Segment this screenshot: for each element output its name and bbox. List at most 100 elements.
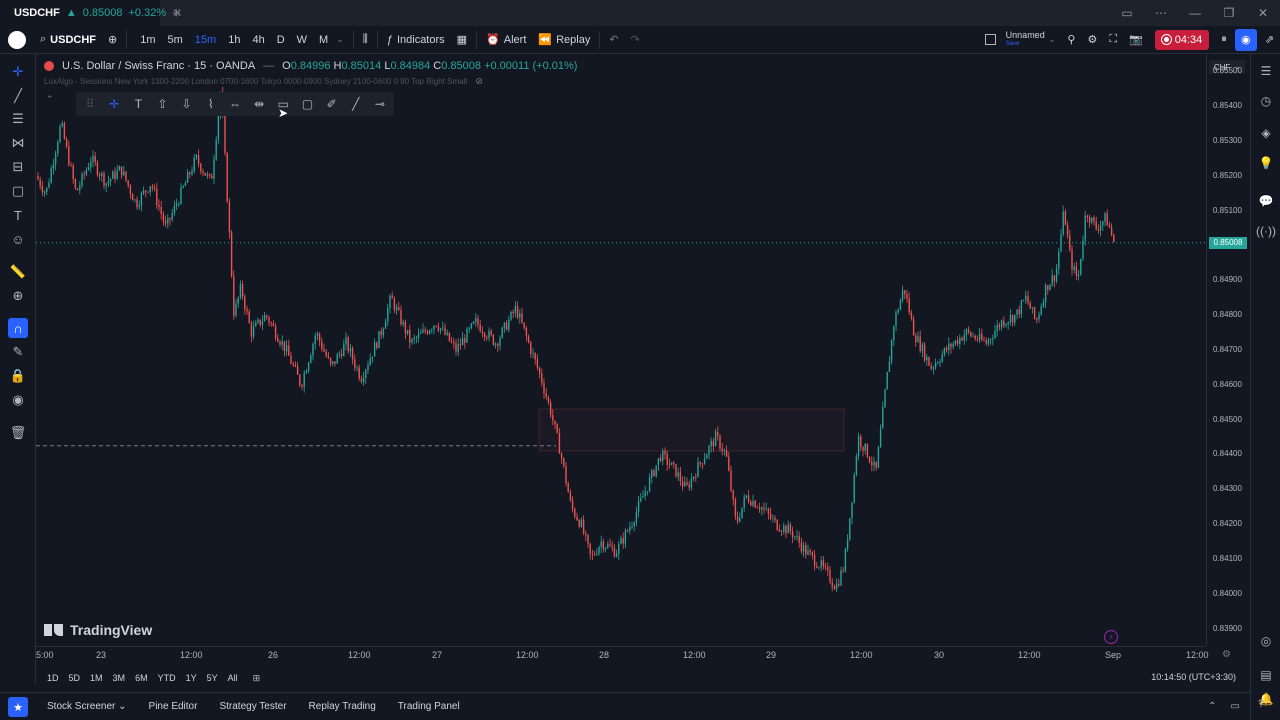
bottom-tab-stock-screener[interactable]: Stock Screener ⌄ bbox=[36, 701, 138, 712]
collapse-panel-icon[interactable]: ⌃ bbox=[1208, 701, 1216, 712]
recording-timer-button[interactable]: 04:34 bbox=[1149, 26, 1216, 54]
more-dots-icon[interactable]: ⋯ bbox=[1144, 6, 1178, 20]
range-1m[interactable]: 1M bbox=[85, 673, 108, 683]
broadcast-icon[interactable]: ((·)) bbox=[1256, 222, 1276, 240]
bottom-tab-trading-panel[interactable]: Trading Panel bbox=[387, 701, 471, 712]
new-tab-plus-icon[interactable]: + bbox=[172, 5, 181, 22]
arrow-down-icon[interactable]: ⇩ bbox=[179, 96, 195, 113]
user-avatar-icon[interactable] bbox=[8, 30, 26, 49]
candle-body bbox=[1099, 225, 1102, 231]
layers-icon[interactable]: ◈ bbox=[1257, 124, 1275, 142]
help-icon[interactable]: ? bbox=[1258, 698, 1264, 710]
profile-active-icon[interactable]: ◉ bbox=[1233, 26, 1259, 54]
alert-button[interactable]: ⏰ Alert bbox=[480, 26, 532, 54]
callout-icon[interactable]: ▢ bbox=[299, 96, 315, 113]
pause-icon[interactable]: ⏸ bbox=[1215, 26, 1233, 54]
goto-date-icon[interactable]: ⊞ bbox=[253, 673, 261, 684]
price-chart[interactable] bbox=[36, 54, 1206, 646]
timeframe-M[interactable]: M bbox=[315, 34, 332, 46]
timeframe-chevron-icon[interactable]: ⌄ bbox=[336, 34, 344, 45]
horizontal-ray-icon[interactable]: ⊸ bbox=[372, 96, 388, 113]
price-scale[interactable]: CHF ⌄ 0.85500 0.85400 0.85300 0.85200 0.8510… bbox=[1206, 54, 1250, 646]
timeframe-W[interactable]: W bbox=[293, 34, 311, 46]
range-5y[interactable]: 5Y bbox=[202, 673, 223, 683]
range-6m[interactable]: 6M bbox=[130, 673, 153, 683]
cross-icon[interactable]: ✛ bbox=[106, 96, 122, 113]
maximize-icon[interactable]: ❐ bbox=[1212, 6, 1246, 20]
ideas-bulb-icon[interactable]: 💡 bbox=[1257, 154, 1275, 172]
crosshair-icon[interactable]: ✛ bbox=[8, 62, 28, 82]
timeframe-4h[interactable]: 4h bbox=[248, 34, 268, 46]
range-icon[interactable]: ⇹ bbox=[251, 96, 267, 113]
fib-lines-icon[interactable]: ☰ bbox=[8, 109, 28, 129]
bottom-tab-strategy-tester[interactable]: Strategy Tester bbox=[208, 701, 297, 712]
timeframe-1m[interactable]: 1m bbox=[136, 34, 159, 46]
templates-grid-icon[interactable]: ▦ bbox=[451, 26, 473, 54]
lightning-icon[interactable]: ⚡ bbox=[1104, 630, 1118, 644]
replay-button[interactable]: ⏪ Replay bbox=[532, 26, 596, 54]
favorites-star-icon[interactable]: ★ bbox=[8, 697, 28, 717]
calendar-icon[interactable]: ▤ bbox=[1257, 666, 1275, 684]
magnet-icon[interactable]: ∩ bbox=[8, 318, 28, 338]
chat-icon[interactable]: 💬 bbox=[1257, 192, 1275, 210]
close-window-icon[interactable]: ✕ bbox=[1246, 6, 1280, 20]
clock-icon[interactable]: ◷ bbox=[1257, 92, 1275, 110]
lock-icon[interactable]: 🔒 bbox=[8, 366, 28, 386]
arrow-up-icon[interactable]: ⇧ bbox=[154, 96, 170, 113]
range-5d[interactable]: 5D bbox=[64, 673, 86, 683]
chart-pane[interactable]: U.S. Dollar / Swiss Franc · 15 · OANDA —… bbox=[36, 54, 1206, 646]
trash-icon[interactable]: 🗑 bbox=[8, 423, 28, 443]
compare-plus-icon[interactable]: ⊕ bbox=[102, 26, 123, 54]
shapes-icon[interactable]: ▢ bbox=[8, 181, 28, 201]
target-icon[interactable]: ◎ bbox=[1257, 632, 1275, 650]
range-all[interactable]: All bbox=[223, 673, 243, 683]
display-icon[interactable]: ▭ bbox=[1110, 6, 1144, 20]
bottom-tab-replay-trading[interactable]: Replay Trading bbox=[298, 701, 387, 712]
time-label: 28 bbox=[599, 650, 610, 660]
range-3m[interactable]: 3M bbox=[108, 673, 131, 683]
timeframe-1h[interactable]: 1h bbox=[224, 34, 244, 46]
emoji-icon[interactable]: ☺ bbox=[8, 229, 28, 249]
chart-type-candles-icon[interactable]: ⫼ bbox=[357, 26, 374, 54]
layout-button[interactable]: Unnamed Save ⌄ bbox=[979, 26, 1062, 54]
trend-line-icon[interactable]: ╱ bbox=[8, 86, 28, 106]
time-axis[interactable]: 5:00 23 12:00 26 12:00 27 12:00 28 12:00 29 12:00 3… bbox=[36, 646, 1209, 664]
timeframe-D[interactable]: D bbox=[273, 34, 289, 46]
text-tool-icon[interactable]: T bbox=[8, 205, 28, 225]
quick-search-icon[interactable]: ⚲ bbox=[1061, 26, 1081, 54]
brush-icon[interactable]: ✐ bbox=[324, 96, 340, 113]
watchlist-icon[interactable]: ☰ bbox=[1257, 62, 1275, 80]
ray-icon[interactable]: ╱ bbox=[348, 96, 364, 113]
symbol-search-button[interactable]: ⌕ USDCHF bbox=[34, 26, 102, 54]
minimize-icon[interactable]: — bbox=[1178, 6, 1212, 20]
timeframe-15m[interactable]: 15m bbox=[191, 34, 220, 46]
indicators-button[interactable]: ƒ Indicators bbox=[381, 26, 451, 54]
path-icon[interactable]: ⌇ bbox=[203, 96, 219, 113]
camera-snapshot-icon[interactable]: 📷 bbox=[1123, 26, 1149, 54]
range-1d[interactable]: 1D bbox=[42, 673, 64, 683]
time-axis-settings-icon[interactable]: ⚙ bbox=[1222, 649, 1231, 660]
zoom-in-icon[interactable]: ⊕ bbox=[8, 286, 28, 306]
stay-drawing-icon[interactable]: ✎ bbox=[8, 342, 28, 362]
chart-tab[interactable]: USDCHF ▲ 0.85008 +0.32% ✕ bbox=[0, 0, 182, 26]
ruler-icon[interactable]: 📏 bbox=[8, 262, 28, 282]
eye-icon[interactable]: ◉ bbox=[8, 390, 28, 410]
fullscreen-icon[interactable]: ⛶ bbox=[1103, 26, 1123, 54]
clock-timezone[interactable]: 10:14:50 (UTC+3:30) bbox=[1151, 672, 1236, 682]
pattern-icon[interactable]: ⋈ bbox=[8, 133, 28, 153]
forecast-icon[interactable]: ⊟ bbox=[8, 157, 28, 177]
text-icon[interactable]: T bbox=[130, 96, 146, 113]
drag-handle-icon[interactable]: ⠿ bbox=[82, 96, 98, 113]
timeframe-5m[interactable]: 5m bbox=[164, 34, 187, 46]
range-1y[interactable]: 1Y bbox=[181, 673, 202, 683]
range-ytd[interactable]: YTD bbox=[153, 673, 181, 683]
publish-icon[interactable]: ⇗ bbox=[1259, 26, 1280, 54]
collapse-legend-icon[interactable]: ⌃ bbox=[46, 94, 54, 105]
settings-gear-icon[interactable]: ⚙ bbox=[1081, 26, 1103, 54]
redo-icon[interactable]: ↷ bbox=[625, 26, 646, 54]
long-position-icon[interactable]: ⇔ bbox=[227, 96, 243, 113]
bottom-tab-pine-editor[interactable]: Pine Editor bbox=[138, 701, 209, 712]
hide-eye-icon[interactable]: ⊘ bbox=[475, 76, 483, 86]
undo-icon[interactable]: ↶ bbox=[603, 26, 624, 54]
maximize-panel-icon[interactable]: ▭ bbox=[1231, 701, 1240, 712]
